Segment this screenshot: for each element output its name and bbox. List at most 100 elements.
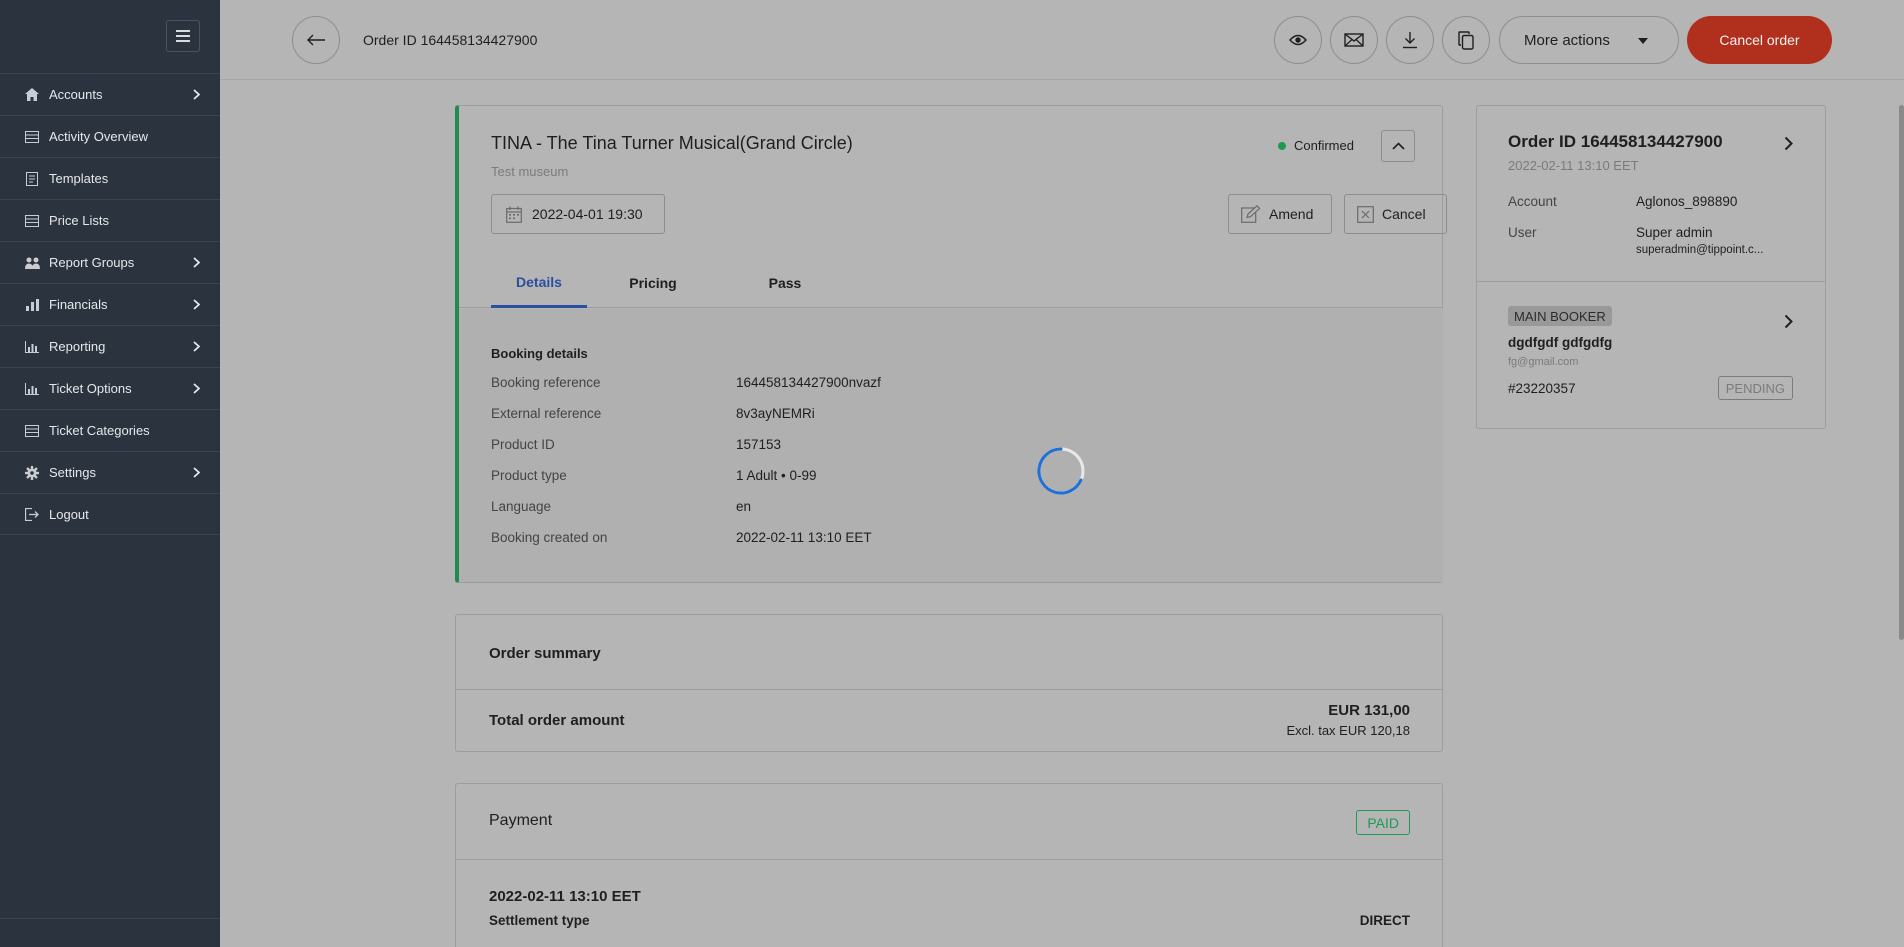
tab-pricing[interactable]: Pricing — [605, 258, 701, 308]
booker-name: dgdfgdf gdfgdfg — [1508, 335, 1613, 350]
sidebar-item-activity-overview[interactable]: Activity Overview — [0, 115, 220, 157]
caret-down-icon — [1638, 38, 1648, 44]
payment-card: Payment PAID 2022-02-11 13:10 EET Settle… — [455, 783, 1443, 947]
chevron-right-icon — [193, 88, 201, 103]
sidebar-item-logout[interactable]: Logout — [0, 493, 220, 535]
settlement-type-value: DIRECT — [1359, 913, 1410, 928]
order-info-panel: Order ID 164458134427900 2022-02-11 13:1… — [1476, 105, 1826, 429]
tab-details[interactable]: Details — [491, 258, 587, 308]
sidebar-item-financials[interactable]: Financials — [0, 283, 220, 325]
user-row: User Super admin — [1508, 225, 1713, 240]
sidebar-item-ticket-options[interactable]: Ticket Options — [0, 367, 220, 409]
sidebar-item-label: Reporting — [49, 339, 106, 354]
more-actions-dropdown[interactable]: More actions — [1499, 16, 1679, 64]
sidebar-item-templates[interactable]: Templates — [0, 157, 220, 199]
order-summary-header: Order summary — [456, 615, 1442, 690]
close-box-icon — [1357, 205, 1374, 223]
bar-chart-icon — [24, 297, 40, 313]
detail-row: Product ID 157153 — [491, 437, 781, 452]
chevron-right-icon[interactable] — [1784, 136, 1793, 156]
detail-value: 8v3ayNEMRi — [736, 406, 815, 421]
detail-row: External reference 8v3ayNEMRi — [491, 406, 815, 421]
area-chart-icon — [24, 381, 40, 397]
tab-pass[interactable]: Pass — [737, 258, 833, 308]
detail-value: 157153 — [736, 437, 782, 452]
total-order-amount: EUR 131,00 — [1328, 702, 1410, 719]
paid-badge: PAID — [1356, 810, 1410, 835]
sidebar-item-ticket-categories[interactable]: Ticket Categories — [0, 409, 220, 451]
sidebar-item-label: Ticket Categories — [49, 423, 150, 438]
chevron-right-icon — [193, 382, 201, 397]
account-row: Account Aglonos_898890 — [1508, 194, 1737, 209]
copy-icon — [1458, 30, 1474, 50]
sidebar-item-label: Logout — [49, 506, 89, 522]
sidebar-item-label: Activity Overview — [49, 129, 148, 144]
order-summary-title: Order summary — [489, 645, 601, 662]
email-button[interactable] — [1330, 16, 1378, 64]
users-icon — [24, 255, 40, 271]
page-scrollbar-thumb[interactable] — [1899, 105, 1904, 640]
amend-button[interactable]: Amend — [1228, 194, 1332, 234]
pending-badge: PENDING — [1717, 376, 1793, 400]
document-icon — [24, 171, 40, 187]
collapse-button[interactable] — [1381, 130, 1415, 162]
back-button[interactable] — [292, 16, 340, 64]
cancel-booking-button[interactable]: Cancel — [1344, 194, 1447, 234]
payment-header: Payment PAID — [456, 784, 1442, 860]
sidebar-item-label: Ticket Options — [49, 381, 132, 396]
sidebar-item-label: Financials — [49, 297, 108, 312]
sidebar-item-label: Templates — [49, 171, 109, 186]
booking-tabs: Details Pricing Pass — [459, 258, 1443, 308]
booker-email: fg@gmail.com — [1508, 356, 1579, 368]
user-email: superadmin@tippoint.c... — [1636, 244, 1764, 256]
detail-row: Booking reference 164458134427900nvazf — [491, 375, 881, 390]
sidebar-item-label: Settings — [49, 465, 96, 480]
sidebar-item-reporting[interactable]: Reporting — [0, 325, 220, 367]
hamburger-icon — [176, 30, 190, 42]
sidebar-item-report-groups[interactable]: Report Groups — [0, 241, 220, 283]
sidebar-item-settings[interactable]: Settings — [0, 451, 220, 493]
list-icon — [24, 423, 40, 439]
account-label: Account — [1508, 194, 1557, 209]
status-label: Confirmed — [1294, 138, 1354, 153]
excl-tax-amount: Excl. tax EUR 120,18 — [1286, 723, 1410, 738]
detail-value: en — [736, 499, 752, 514]
chevron-right-icon — [193, 340, 201, 355]
detail-label: External reference — [491, 406, 602, 421]
chevron-up-icon — [1391, 142, 1405, 150]
chevron-right-icon — [193, 466, 201, 481]
booking-title: TINA - The Tina Turner Musical(Grand Cir… — [491, 133, 853, 153]
area-chart-icon — [24, 339, 40, 355]
sidebar-item-label: Accounts — [49, 87, 103, 102]
list-icon — [24, 213, 40, 229]
gear-icon — [24, 465, 40, 481]
cancel-order-button[interactable]: Cancel order — [1687, 16, 1832, 64]
main-booker-badge: MAIN BOOKER — [1508, 306, 1612, 326]
detail-row: Booking created on 2022-02-11 13:10 EET — [491, 530, 872, 545]
account-value: Aglonos_898890 — [1636, 194, 1738, 209]
top-bar: Order ID 164458134427900 More actions Ca… — [220, 0, 1904, 80]
detail-label: Booking reference — [491, 375, 601, 390]
total-order-label: Total order amount — [489, 712, 625, 729]
menu-toggle-button[interactable] — [166, 20, 200, 52]
chevron-right-icon — [193, 298, 201, 313]
sidebar-footer-divider — [0, 918, 220, 919]
order-info-section[interactable]: Order ID 164458134427900 2022-02-11 13:1… — [1477, 106, 1825, 282]
sidebar-item-label: Report Groups — [49, 255, 135, 270]
download-button[interactable] — [1386, 16, 1434, 64]
sidebar-item-price-lists[interactable]: Price Lists — [0, 199, 220, 241]
copy-button[interactable] — [1442, 16, 1490, 64]
cancel-label: Cancel — [1382, 206, 1426, 222]
sidebar-item-accounts[interactable]: Accounts — [0, 73, 220, 115]
home-icon — [24, 87, 40, 103]
preview-button[interactable] — [1274, 16, 1322, 64]
status-dot-icon — [1278, 141, 1286, 150]
logout-icon — [24, 506, 40, 522]
chevron-right-icon[interactable] — [1784, 314, 1793, 334]
booking-details-panel: Booking details Booking reference 164458… — [459, 309, 1443, 582]
user-label: User — [1508, 225, 1537, 240]
loading-spinner-icon — [1037, 447, 1085, 495]
payment-title: Payment — [489, 812, 553, 829]
booking-date: 2022-04-01 19:30 — [491, 194, 665, 234]
detail-value: 164458134427900nvazf — [736, 375, 881, 390]
